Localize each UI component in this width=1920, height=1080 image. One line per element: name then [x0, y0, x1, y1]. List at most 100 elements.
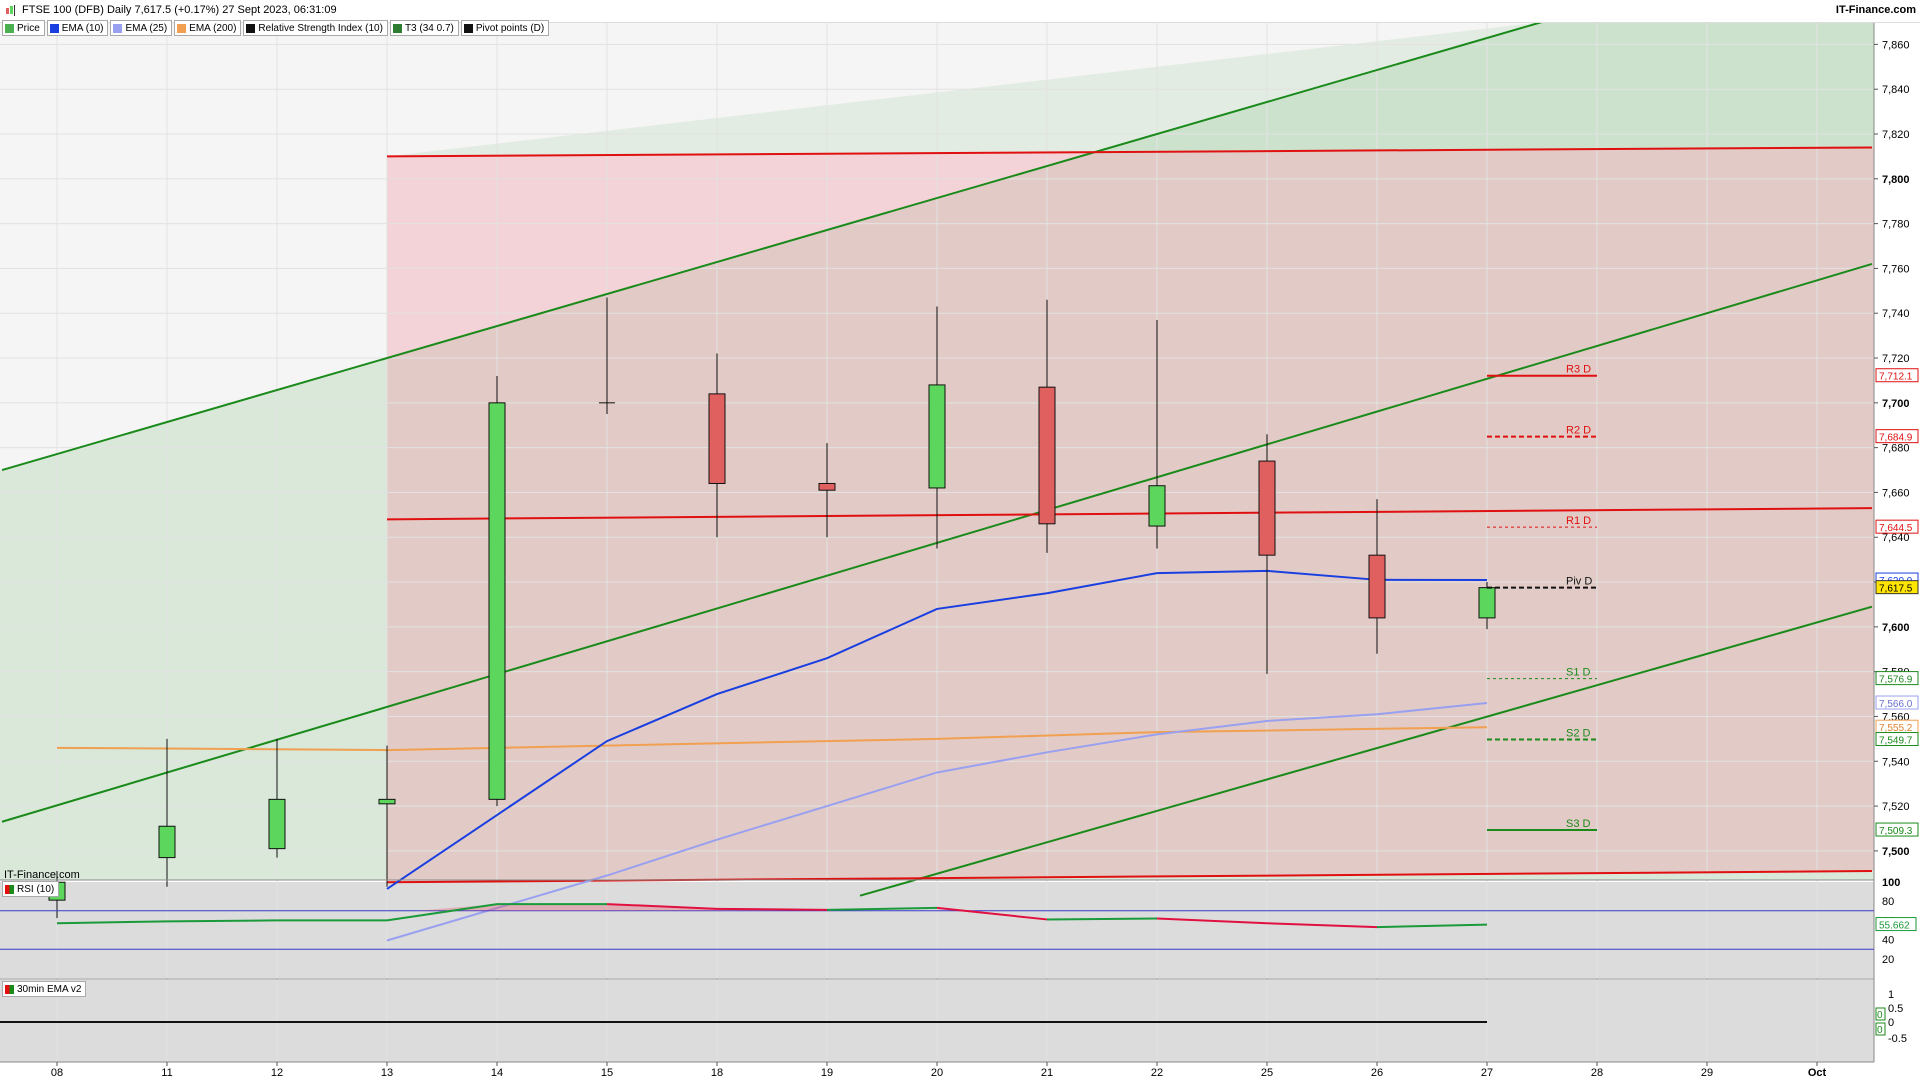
rsi-panel-swatch — [5, 884, 14, 894]
candle-down — [1368, 554, 1386, 619]
candle-down — [1038, 386, 1056, 525]
rsi-panel-title: RSI (10) — [17, 883, 55, 895]
x-tick-label: 26 — [1371, 1067, 1383, 1079]
pivot-label: R3 D — [1566, 364, 1591, 376]
y-tick-label: 7,720 — [1882, 353, 1910, 365]
rsi-swatch — [246, 23, 256, 33]
price-swatch — [5, 23, 14, 33]
ema30-tag-label: 0 — [1877, 1025, 1883, 1036]
x-tick-label: 27 — [1481, 1067, 1493, 1079]
rsi-tick-label: 20 — [1882, 954, 1894, 966]
price-tag-label: 7,566.0 — [1879, 699, 1913, 710]
price-tag-label: 7,509.3 — [1879, 826, 1913, 837]
candle-down — [1258, 460, 1276, 556]
y-tick-label: 7,820 — [1882, 129, 1910, 141]
rsi-tick-label: 40 — [1882, 935, 1894, 947]
pivot-label: R2 D — [1566, 425, 1591, 437]
y-tick-label: 7,680 — [1882, 443, 1910, 455]
x-tick-label: 25 — [1261, 1067, 1273, 1079]
rsi-segment — [1046, 917, 1158, 921]
x-axis-bg — [0, 1062, 1920, 1080]
price-tag-label: 7,617.5 — [1879, 584, 1913, 595]
legend-label: EMA (200) — [189, 22, 237, 34]
legend-item-price[interactable]: Price — [2, 20, 45, 36]
rsi-segment — [166, 919, 278, 923]
ema30-tick-label: 1 — [1888, 989, 1894, 1001]
y-tick-label: 7,500 — [1882, 846, 1910, 858]
y-tick-label: 7,660 — [1882, 487, 1910, 499]
legend-item-pivots[interactable]: Pivot points (D) — [460, 20, 550, 36]
rsi-segment — [716, 907, 828, 911]
legend-item-ema25[interactable]: EMA (25) — [110, 20, 173, 36]
legend-item-rsi[interactable]: Relative Strength Index (10) — [243, 20, 388, 36]
chart-title: FTSE 100 (DFB) Daily 7,617.5 (+0.17%) 27… — [22, 4, 337, 16]
price-tag-label: 7,712.1 — [1879, 372, 1913, 383]
ema25-swatch — [113, 23, 123, 33]
legend-label: Relative Strength Index (10) — [258, 22, 383, 34]
legend-label: EMA (25) — [125, 22, 168, 34]
price-tag-label: 7,549.7 — [1879, 736, 1913, 747]
ema30-tick-label: 0 — [1888, 1017, 1894, 1029]
y-tick-label: 7,700 — [1882, 398, 1910, 410]
rsi-value-label: 55.662 — [1879, 921, 1910, 932]
pivot-label: S3 D — [1566, 818, 1591, 830]
rsi-panel-label[interactable]: RSI (10) — [2, 881, 60, 897]
y-tick-label: 7,740 — [1882, 308, 1910, 320]
candle-up — [1478, 587, 1496, 619]
ema10-swatch — [49, 23, 59, 33]
candles-icon — [6, 5, 15, 16]
pivot-label: Piv D — [1566, 576, 1592, 588]
candle-down — [708, 393, 726, 484]
y-tick-label: 7,860 — [1882, 39, 1910, 51]
ema30-panel-swatch — [5, 984, 14, 994]
y-tick-label: 7,540 — [1882, 756, 1910, 768]
legend-label: EMA (10) — [61, 22, 104, 34]
rsi-tick-label: 80 — [1882, 896, 1894, 908]
x-tick-label: 19 — [821, 1067, 833, 1079]
x-tick-label: 28 — [1591, 1067, 1603, 1079]
ema30-tag-label: 0 — [1877, 1010, 1883, 1021]
candle-up — [268, 798, 286, 850]
rsi-tick-label: 100 — [1882, 877, 1900, 889]
ema30-tick-label: 0.5 — [1888, 1003, 1903, 1015]
ema30-tick-label: -0.5 — [1888, 1033, 1907, 1045]
y-tick-label: 7,800 — [1882, 174, 1910, 186]
candle-up — [488, 402, 506, 800]
pivot-label: S1 D — [1566, 667, 1591, 679]
legend-item-t3[interactable]: T3 (34 0.7) — [389, 20, 459, 36]
pivot-label: R1 D — [1566, 515, 1591, 527]
x-tick-label: 15 — [601, 1067, 613, 1079]
pivot-label: S2 D — [1566, 728, 1591, 740]
price-tag-label: 7,644.5 — [1879, 523, 1913, 534]
legend-item-ema200[interactable]: EMA (200) — [174, 20, 242, 36]
t3-swatch — [392, 23, 402, 33]
x-tick-label: 20 — [931, 1067, 943, 1079]
ema30-panel-label[interactable]: 30min EMA v2 — [2, 981, 87, 997]
x-tick-label: 18 — [711, 1067, 723, 1079]
y-tick-label: 7,520 — [1882, 801, 1910, 813]
candle-down — [818, 482, 836, 491]
legend-item-ema10[interactable]: EMA (10) — [46, 20, 109, 36]
chart-canvas: R3 D R2 D R1 D Piv D S1 D S2 D S3 D 7,500 7,520 7… — [0, 0, 1920, 1080]
watermark: IT-Finance.com — [4, 869, 80, 881]
y-tick-label: 7,600 — [1882, 622, 1910, 634]
price-tag-label: 7,576.9 — [1879, 675, 1913, 686]
candle-up — [1148, 485, 1166, 527]
y-tick-label: 7,780 — [1882, 219, 1910, 231]
x-tick-label: 08 — [51, 1067, 63, 1079]
y-tick-label: 7,760 — [1882, 263, 1910, 275]
legend-label: Price — [17, 22, 40, 34]
pivots-swatch — [463, 23, 473, 33]
x-tick-label: 11 — [161, 1067, 172, 1079]
legend-label: Pivot points (D) — [475, 22, 545, 34]
x-tick-label: 22 — [1151, 1067, 1163, 1079]
candle-up — [378, 798, 396, 805]
x-tick-label: 14 — [491, 1067, 503, 1079]
y-tick-label: 7,840 — [1882, 84, 1910, 96]
x-tick-label: Oct — [1808, 1067, 1827, 1079]
candle-up — [928, 384, 946, 489]
x-tick-label: 21 — [1041, 1067, 1053, 1079]
indicator-legend: Price EMA (10) EMA (25) EMA (200) Relati… — [2, 20, 551, 36]
ema200-swatch — [177, 23, 187, 33]
ema30-panel-title: 30min EMA v2 — [17, 983, 82, 995]
